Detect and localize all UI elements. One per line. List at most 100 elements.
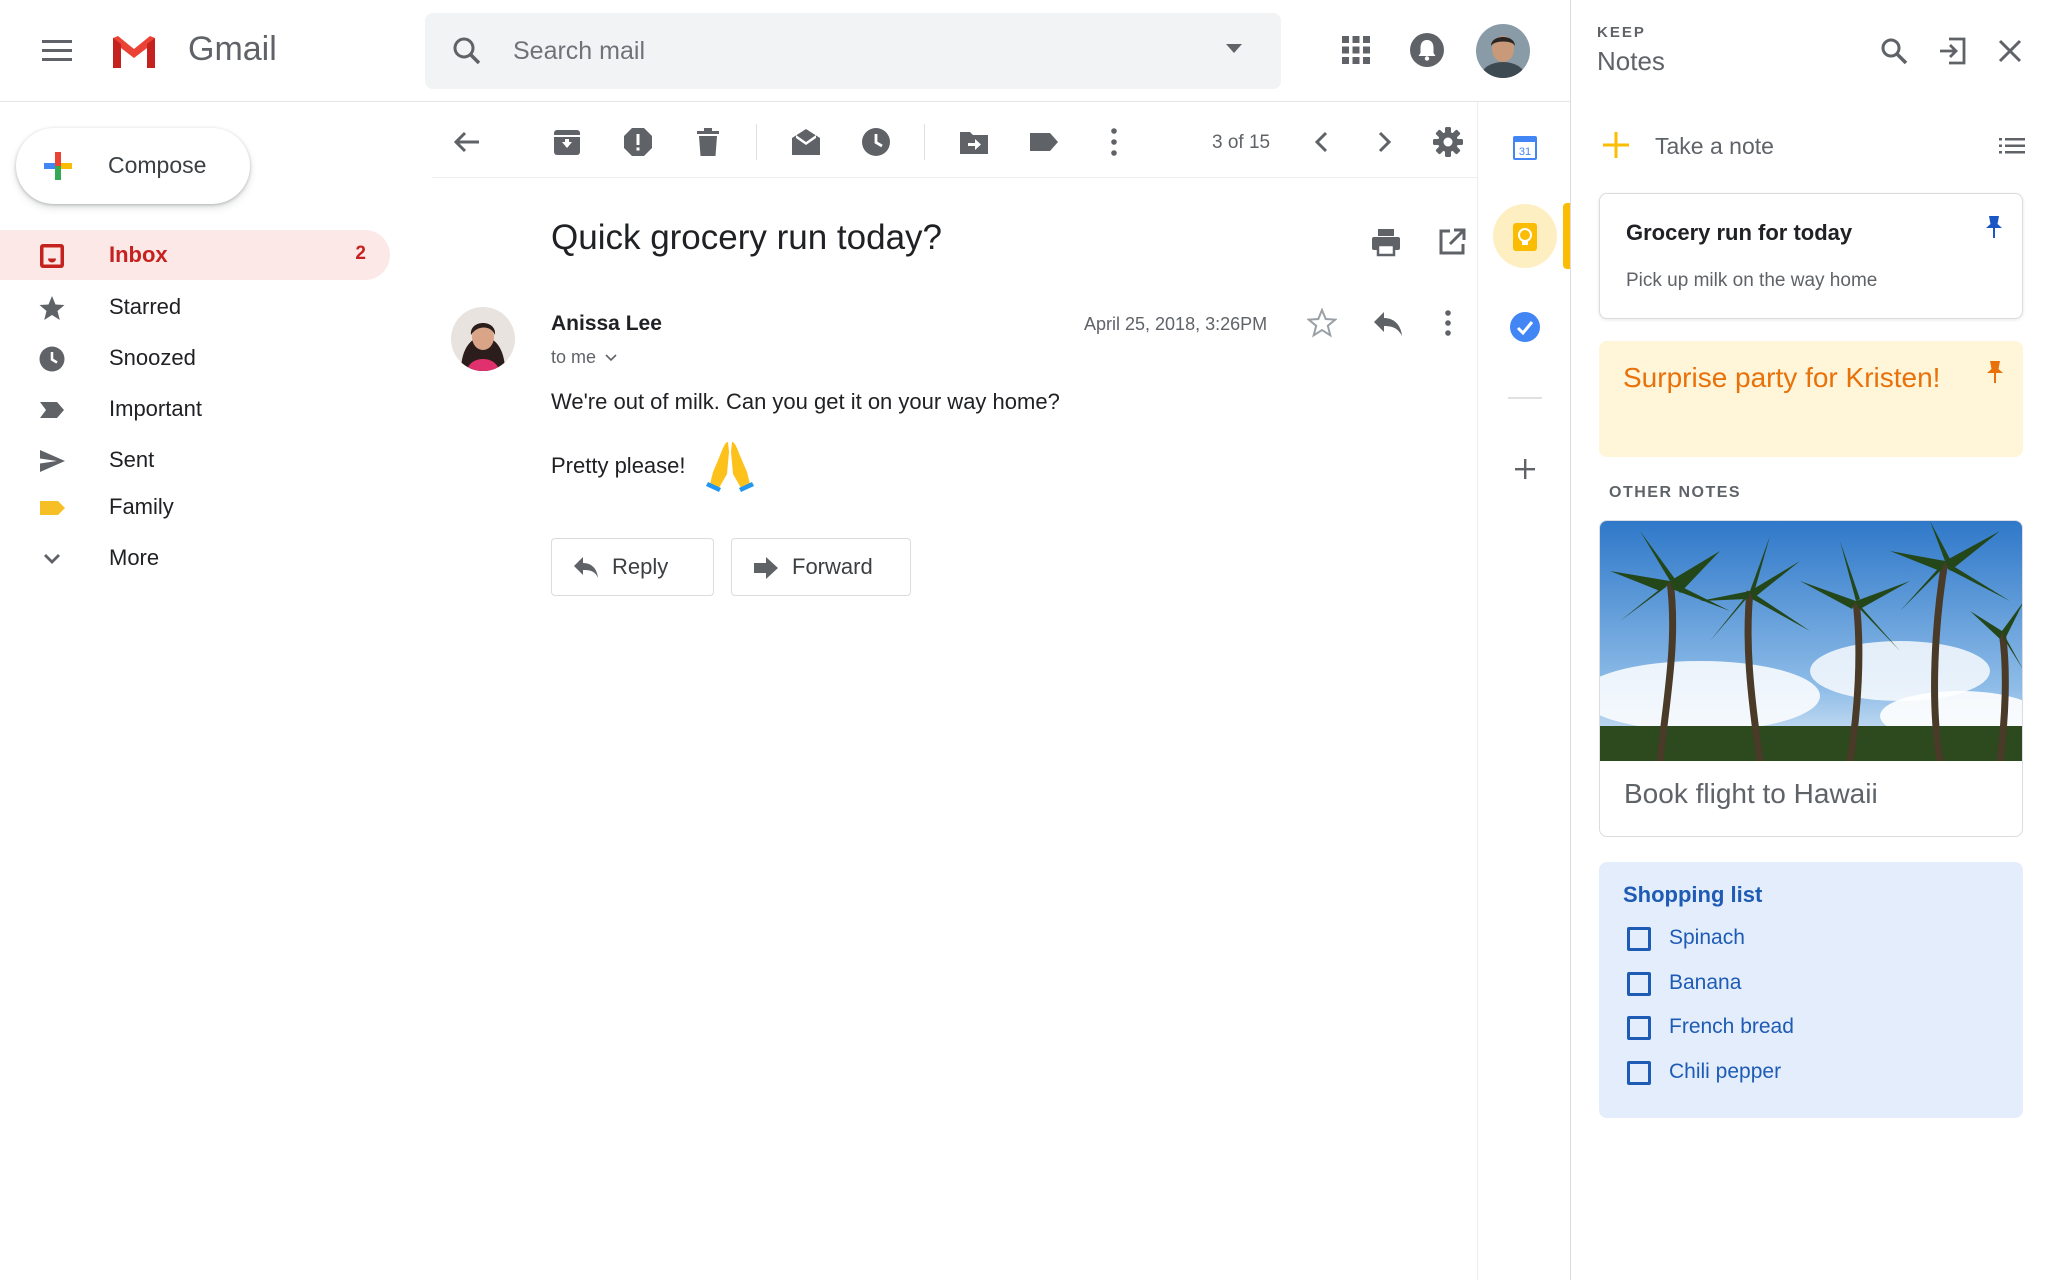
sender-name[interactable]: Anissa Lee	[551, 312, 662, 336]
sidebar-item-inbox[interactable]: Inbox 2	[0, 230, 390, 280]
list-item-label: Chili pepper	[1669, 1060, 1782, 1083]
compose-label: Compose	[108, 152, 207, 178]
recipient-details[interactable]: to me	[551, 347, 617, 368]
calendar-day: 31	[1519, 146, 1531, 158]
reply-arrow-icon	[572, 555, 600, 581]
sidebar-item-label: Starred	[109, 294, 182, 319]
sidebar-item-label: Important	[109, 396, 202, 421]
open-new-window-icon[interactable]	[1436, 226, 1468, 258]
forward-button-label: Forward	[792, 554, 873, 579]
sidebar-item-starred[interactable]: Starred	[0, 282, 390, 332]
gmail-header: Gmail	[0, 0, 1570, 102]
star-outline-icon[interactable]	[1307, 308, 1337, 338]
sidebar-item-snoozed[interactable]: Snoozed	[0, 333, 390, 383]
inbox-icon	[38, 242, 66, 270]
search-input[interactable]	[513, 29, 1153, 73]
back-arrow-icon[interactable]	[451, 126, 483, 158]
sender-avatar[interactable]	[451, 307, 515, 371]
gmail-wordmark: Gmail	[188, 30, 277, 68]
main-menu-icon[interactable]	[40, 36, 74, 66]
sidebar-item-sent[interactable]: Sent	[0, 435, 390, 485]
account-avatar[interactable]	[1476, 24, 1530, 78]
checkbox[interactable]	[1627, 927, 1651, 951]
search-options-icon[interactable]	[1225, 43, 1243, 55]
rail-separator	[1508, 397, 1542, 399]
note-card-shopping[interactable]: Shopping list Spinach Banana French brea…	[1599, 862, 2023, 1118]
checkbox[interactable]	[1627, 1061, 1651, 1085]
label-tag-icon[interactable]	[1028, 126, 1060, 158]
keep-brand: KEEP	[1597, 24, 1646, 41]
search-bar[interactable]	[425, 13, 1281, 89]
toolbar-divider	[432, 177, 1477, 178]
pin-icon[interactable]	[1984, 214, 2004, 240]
delete-icon[interactable]	[692, 126, 724, 158]
compose-plus-icon	[40, 148, 76, 184]
important-icon	[38, 396, 66, 424]
move-to-icon[interactable]	[958, 126, 990, 158]
palm-trees-image	[1600, 521, 2022, 761]
list-item-label: Spinach	[1669, 926, 1745, 949]
sidebar-item-label: Sent	[109, 447, 155, 472]
tasks-icon[interactable]	[1509, 311, 1541, 343]
list-item-label: French bread	[1669, 1015, 1794, 1038]
note-title: Grocery run for today	[1626, 220, 1853, 245]
message-body-line: We're out of milk. Can you get it on you…	[551, 389, 1060, 414]
chevron-down-icon	[38, 545, 66, 573]
older-chevron-icon[interactable]	[1368, 126, 1400, 158]
print-icon[interactable]	[1370, 226, 1402, 258]
message-more-icon[interactable]	[1436, 308, 1460, 338]
keep-active-indicator	[1563, 203, 1570, 269]
reply-button-label: Reply	[612, 554, 669, 579]
checkbox[interactable]	[1627, 1016, 1651, 1040]
reply-button[interactable]: Reply	[551, 538, 714, 596]
note-title: Surprise party for Kristen!	[1623, 362, 1941, 393]
apps-grid-icon[interactable]	[1341, 35, 1371, 65]
report-spam-icon[interactable]	[622, 126, 654, 158]
newer-chevron-icon[interactable]	[1306, 126, 1338, 158]
folded-hands-emoji-icon	[705, 438, 755, 492]
archive-icon[interactable]	[551, 126, 583, 158]
mark-unread-icon[interactable]	[790, 126, 822, 158]
gmail-logo-icon[interactable]	[110, 34, 158, 70]
message-date: April 25, 2018, 3:26PM	[1084, 314, 1268, 334]
new-list-icon[interactable]	[1999, 136, 2025, 156]
note-card-hawaii[interactable]: Book flight to Hawaii	[1599, 520, 2023, 837]
checkbox[interactable]	[1627, 972, 1651, 996]
sidebar-item-label: Family	[109, 494, 174, 519]
more-options-icon[interactable]	[1098, 126, 1130, 158]
note-card-party[interactable]: Surprise party for Kristen!	[1599, 341, 2023, 457]
send-icon	[38, 447, 66, 475]
sidebar-item-family[interactable]: Family	[0, 482, 390, 532]
get-addons-plus-icon[interactable]	[1512, 456, 1538, 482]
list-item-label: Banana	[1669, 971, 1742, 994]
note-card-grocery[interactable]: Grocery run for today Pick up milk on th…	[1599, 193, 2023, 319]
star-icon	[38, 294, 66, 322]
keep-panel: KEEP Notes Take a note Grocery run for t…	[1570, 0, 2048, 1280]
compose-button[interactable]: Compose	[16, 128, 250, 204]
forward-button[interactable]: Forward	[731, 538, 911, 596]
pin-icon[interactable]	[1985, 359, 2005, 385]
settings-gear-icon[interactable]	[1432, 126, 1464, 158]
keep-search-icon[interactable]	[1879, 36, 1909, 66]
open-in-new-tab-icon[interactable]	[1937, 36, 1967, 66]
take-note-plus-icon[interactable]	[1601, 130, 1631, 160]
side-rail-divider	[1477, 102, 1478, 1280]
sidebar-item-more[interactable]: More	[0, 533, 390, 583]
keep-panel-title: Notes	[1597, 46, 1665, 76]
close-icon[interactable]	[1995, 36, 2025, 66]
note-title: Shopping list	[1623, 882, 1763, 907]
snooze-icon[interactable]	[860, 126, 892, 158]
details-chevron-icon	[605, 354, 617, 362]
search-icon[interactable]	[451, 35, 483, 67]
sidebar-item-important[interactable]: Important	[0, 384, 390, 434]
reply-icon[interactable]	[1372, 310, 1404, 338]
unread-count-badge: 2	[355, 243, 366, 264]
notifications-icon[interactable]	[1409, 32, 1445, 68]
calendar-icon[interactable]: 31	[1512, 133, 1538, 161]
take-note-input[interactable]: Take a note	[1655, 133, 1774, 160]
keep-lightbulb-icon[interactable]	[1512, 222, 1538, 252]
sidebar-item-label: More	[109, 545, 160, 570]
other-notes-heading: OTHER NOTES	[1609, 484, 1742, 501]
recipient-label: to me	[551, 347, 597, 367]
sidebar-item-label: Snoozed	[109, 345, 196, 370]
